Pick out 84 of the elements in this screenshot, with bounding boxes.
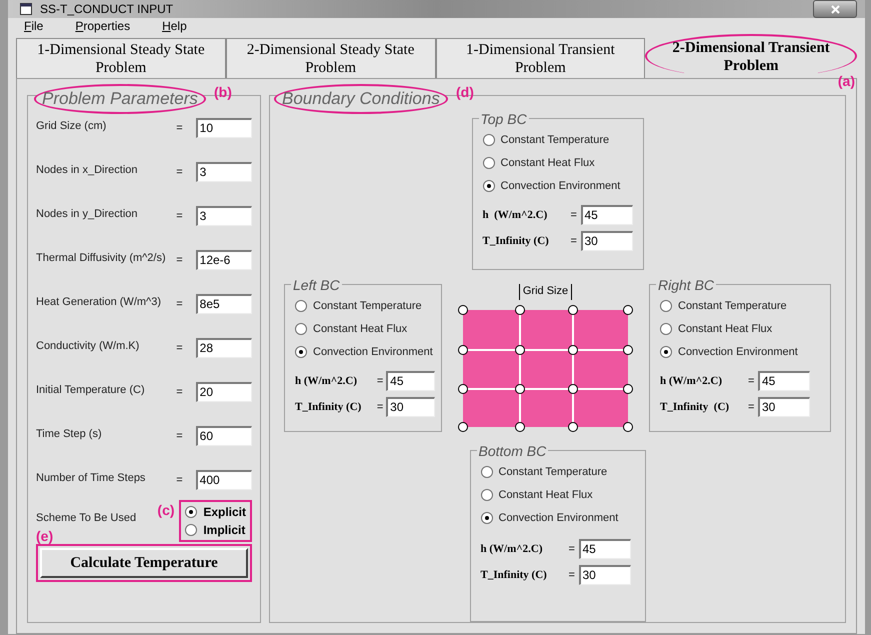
calculate-button[interactable]: Calculate Temperature (40, 548, 248, 578)
input-field[interactable]: 12e-6 (196, 250, 252, 270)
field-label: h (W/m^2.C) (480, 542, 544, 557)
radio-option[interactable]: Convection Environment (482, 177, 636, 195)
equals-sign: = (570, 234, 578, 249)
equals-sign: = (176, 253, 184, 268)
radio-option[interactable]: Constant Heat Flux (295, 320, 435, 338)
equals-sign: = (748, 374, 756, 389)
menu-item[interactable]: File (24, 19, 44, 33)
field-label: h (W/m^2.C) (660, 374, 723, 389)
grid-size-label: Grid Size (518, 284, 572, 300)
equals-sign: = (176, 473, 184, 488)
field-label: T_Infinity (C) (482, 234, 550, 249)
menu-item[interactable]: Properties (75, 19, 130, 33)
field-label: Scheme To Be Used (36, 511, 138, 526)
field-label: Time Step (s) (36, 427, 103, 442)
app-icon (20, 3, 32, 15)
input-field[interactable]: 3 (196, 206, 252, 226)
menu-item[interactable]: Help (162, 19, 187, 33)
field-label: Initial Temperature (C) (36, 383, 146, 398)
radio-option[interactable]: Constant Temperature (660, 297, 824, 315)
close-icon (830, 4, 840, 14)
close-button[interactable] (813, 0, 857, 18)
equals-sign: = (570, 208, 578, 223)
equals-sign: = (176, 209, 184, 224)
input-field[interactable]: 45 (578, 539, 630, 559)
radio-option[interactable]: Constant Temperature (482, 131, 636, 149)
input-field[interactable]: 45 (580, 205, 632, 225)
input-field[interactable]: 28 (196, 338, 252, 358)
field-label: Thermal Diffusivity (m^2/s) (36, 251, 167, 266)
field-label: Heat Generation (W/m^3) (36, 295, 162, 310)
radio-option[interactable]: Convection Environment (660, 343, 824, 361)
input-field[interactable]: 3 (196, 162, 252, 182)
equals-sign: = (176, 341, 184, 356)
field-label: Nodes in x_Direction (36, 163, 138, 178)
equals-sign: = (748, 400, 756, 415)
equals-sign: = (568, 568, 576, 583)
radio-option[interactable]: Constant Heat Flux (480, 486, 638, 504)
field-label: h (W/m^2.C) (482, 208, 548, 223)
tab[interactable]: 1-Dimensional Transient Problem (436, 38, 646, 78)
equals-sign: = (176, 429, 184, 444)
input-field[interactable]: 400 (196, 470, 252, 490)
field-label: T_Infinity (C) (660, 400, 730, 415)
field-label: h (W/m^2.C) (295, 374, 358, 389)
radio-option[interactable]: Convection Environment (480, 509, 638, 527)
input-field[interactable]: 30 (758, 397, 810, 417)
section-title: Problem Parameters (34, 84, 206, 114)
radio-option[interactable]: Constant Temperature (295, 297, 435, 315)
radio-option[interactable]: Constant Heat Flux (660, 320, 824, 338)
input-field[interactable]: 30 (580, 231, 632, 251)
equals-sign: = (176, 385, 184, 400)
equals-sign: = (176, 297, 184, 312)
input-field[interactable]: 45 (758, 371, 810, 391)
equals-sign: = (376, 400, 384, 415)
radio-option[interactable]: Implicit (185, 521, 246, 539)
input-field[interactable]: 20 (196, 382, 252, 402)
tab[interactable]: 2-Dimensional Steady State Problem (226, 38, 436, 78)
tab[interactable]: 1-Dimensional Steady State Problem (16, 38, 226, 78)
field-label: T_Infinity (C) (295, 400, 362, 415)
radio-option[interactable]: Explicit (185, 503, 246, 521)
field-label: Number of Time Steps (36, 471, 146, 486)
equals-sign: = (568, 542, 576, 557)
annotation-label: (d) (456, 83, 474, 102)
section-title: Boundary Conditions (274, 84, 448, 114)
input-field[interactable]: 30 (386, 397, 435, 417)
radio-option[interactable]: Constant Temperature (480, 463, 638, 481)
equals-sign: = (176, 165, 184, 180)
field-label: Nodes in y_Direction (36, 207, 138, 222)
radio-option[interactable]: Constant Heat Flux (482, 154, 636, 172)
annotation-label: (b) (214, 83, 232, 102)
field-label: T_Infinity (C) (480, 568, 548, 583)
field-label: Grid Size (cm) (36, 119, 108, 134)
equals-sign: = (376, 374, 384, 389)
annotation-label: (c) (157, 501, 176, 520)
input-field[interactable]: 45 (386, 371, 435, 391)
input-field[interactable]: 8e5 (196, 294, 252, 314)
input-field[interactable]: 10 (196, 118, 252, 138)
equals-sign: = (176, 121, 184, 136)
window-title: SS-T_CONDUCT INPUT (40, 1, 174, 18)
field-label: Conductivity (W/m.K) (36, 339, 140, 354)
input-field[interactable]: 30 (578, 565, 630, 585)
annotation-label: (e) (36, 528, 54, 544)
radio-option[interactable]: Convection Environment (295, 343, 435, 361)
input-field[interactable]: 60 (196, 426, 252, 446)
